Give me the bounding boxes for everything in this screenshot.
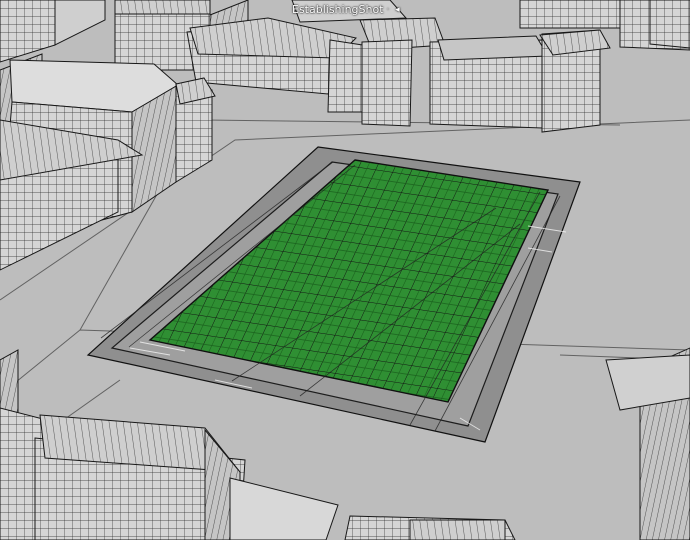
camera-menu-icon[interactable]: ◂ — [392, 5, 402, 15]
camera-name-text: EstablishingShot — [292, 3, 384, 16]
camera-label[interactable]: EstablishingShot · ◂ — [289, 2, 405, 18]
3d-viewport[interactable]: EstablishingShot · ◂ — [0, 0, 690, 540]
scene-canvas[interactable] — [0, 0, 690, 540]
camera-separator: · — [386, 5, 390, 15]
